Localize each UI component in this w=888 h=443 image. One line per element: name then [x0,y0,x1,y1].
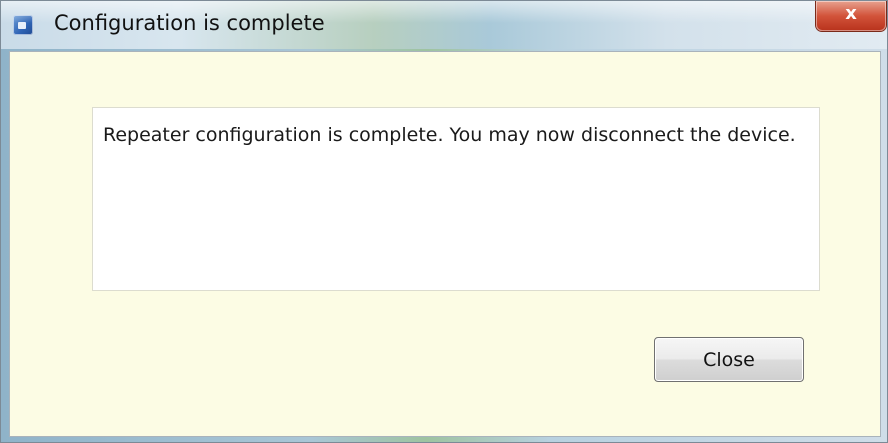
app-window-icon [13,15,33,35]
dialog-window: Configuration is complete x Repeater con… [0,0,888,443]
window-title: Configuration is complete [54,11,325,35]
message-box: Repeater configuration is complete. You … [92,107,820,291]
title-bar[interactable]: Configuration is complete x [1,1,887,49]
close-icon[interactable]: x [816,1,886,31]
dialog-content-area: Repeater configuration is complete. You … [9,51,881,437]
message-text: Repeater configuration is complete. You … [103,124,796,146]
close-button[interactable]: Close [654,337,804,382]
